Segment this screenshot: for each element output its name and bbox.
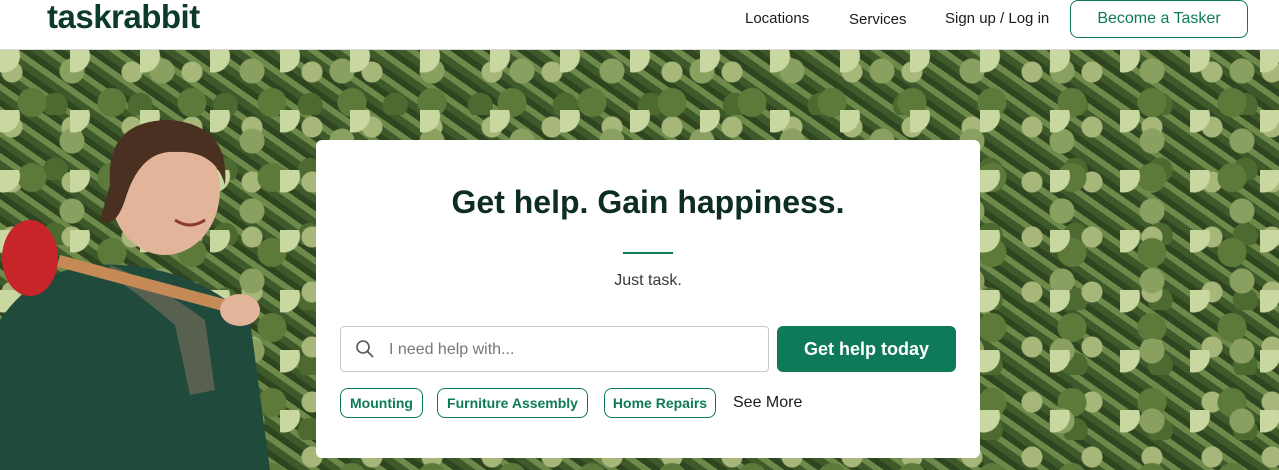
nav-signup-login[interactable]: Sign up / Log in [945,10,1049,27]
nav-services[interactable]: Services [849,11,907,28]
search-icon [356,340,374,358]
become-tasker-button[interactable]: Become a Tasker [1070,0,1248,38]
hero-title: Get help. Gain happiness. [451,184,845,220]
hero-section: Get help. Gain happiness. Just task. Get… [0,50,1279,470]
chip-mounting[interactable]: Mounting [340,388,423,418]
chip-furniture-assembly[interactable]: Furniture Assembly [437,388,588,418]
title-divider [623,252,673,254]
nav-locations[interactable]: Locations [745,10,809,27]
search-input[interactable] [387,327,761,373]
search-box[interactable] [340,326,769,373]
chip-home-repairs[interactable]: Home Repairs [604,388,716,418]
get-help-today-button[interactable]: Get help today [777,326,956,372]
taskrabbit-logo[interactable]: taskrabbit [47,0,200,36]
hero-card: Get help. Gain happiness. Just task. Get… [316,140,980,458]
site-header: taskrabbit Locations Services Sign up / … [0,0,1279,50]
hero-subtitle: Just task. [614,272,682,289]
hero-person-image [0,120,270,470]
see-more-link[interactable]: See More [733,394,802,412]
